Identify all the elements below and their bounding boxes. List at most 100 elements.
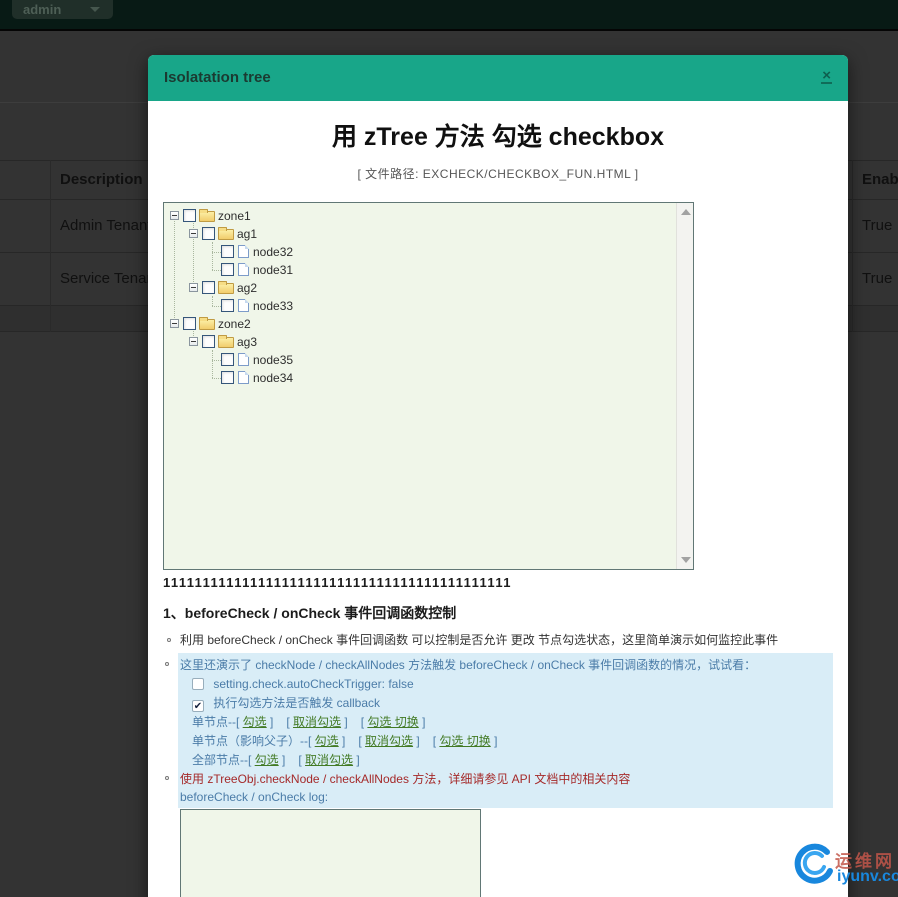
- check-action-link[interactable]: 取消勾选: [293, 715, 341, 729]
- check-action-prefix: 单节点（影响父子）--: [192, 734, 308, 748]
- check-action-link[interactable]: 取消勾选: [365, 734, 413, 748]
- demo-intro-text: 这里还演示了 checkNode / checkAllNodes 方法触发 be…: [180, 658, 757, 672]
- list-item-text: 利用 beforeCheck / onCheck 事件回调函数 可以控制是否允许…: [180, 633, 779, 647]
- tree-node-label[interactable]: node33: [253, 297, 293, 315]
- folder-icon: [199, 317, 215, 330]
- tree-node-label[interactable]: node32: [253, 243, 293, 261]
- check-action-row: 全部节点--[ 勾选 ] [ 取消勾选 ]: [178, 751, 833, 770]
- tree-node-ag1[interactable]: ag1: [164, 225, 693, 243]
- tree-node-label[interactable]: node34: [253, 369, 293, 387]
- tree-node-checkbox[interactable]: [221, 299, 234, 312]
- check-action-row: 单节点（影响父子）--[ 勾选 ] [ 取消勾选 ] [ 勾选 切换 ]: [178, 732, 833, 751]
- tree-node-ag3[interactable]: ag3: [164, 333, 693, 351]
- watermark-site-url: iyunv.com: [837, 868, 898, 885]
- check-action-link[interactable]: 勾选 切换: [367, 715, 418, 729]
- file-icon: [238, 245, 249, 258]
- close-icon[interactable]: ×: [821, 68, 832, 84]
- tree-node-node32[interactable]: node32: [164, 243, 693, 261]
- demo-highlight-box: 这里还演示了 checkNode / checkAllNodes 方法触发 be…: [165, 653, 833, 808]
- watermark: 运维网 iyunv.com: [789, 842, 898, 897]
- folder-icon: [199, 209, 215, 222]
- tree-node-checkbox[interactable]: [183, 317, 196, 330]
- tree-node-list: zone1 ag1 node32 node31 ag2 node33 zone2 ag3 nod…: [164, 203, 693, 387]
- tree-node-checkbox[interactable]: [221, 245, 234, 258]
- table-cell-description: Service Tenant: [60, 270, 159, 287]
- collapse-icon[interactable]: [189, 283, 198, 292]
- check-action-link[interactable]: 勾选: [243, 715, 267, 729]
- check-log-box[interactable]: [180, 809, 481, 897]
- check-action-prefix: 单节点--: [192, 715, 236, 729]
- bullet-icon: [165, 662, 169, 666]
- tree-node-checkbox[interactable]: [183, 209, 196, 222]
- page-title: 用 zTree 方法 勾选 checkbox: [331, 123, 665, 151]
- tree-node-label[interactable]: ag3: [237, 333, 257, 351]
- isolation-tree-modal: Isolatation tree × 用 zTree 方法 勾选 checkbo…: [148, 55, 848, 897]
- trigger-callback-checkbox[interactable]: ✔: [192, 700, 204, 712]
- table-column-divider: [852, 160, 853, 332]
- top-navbar: admin: [0, 0, 898, 31]
- check-action-link[interactable]: 取消勾选: [305, 753, 353, 767]
- bullet-icon: [167, 638, 171, 642]
- user-menu-label: admin: [23, 2, 62, 17]
- folder-icon: [218, 227, 234, 240]
- collapse-icon[interactable]: [189, 337, 198, 346]
- iyunv-logo-icon: [794, 843, 833, 884]
- column-header-enabled: Enabled: [862, 171, 898, 188]
- chevron-down-icon: [90, 7, 100, 12]
- tree-node-checkbox[interactable]: [221, 353, 234, 366]
- bullet-icon: [165, 776, 169, 780]
- tree-node-checkbox[interactable]: [202, 227, 215, 240]
- tree-node-checkbox[interactable]: [202, 281, 215, 294]
- tree-node-label[interactable]: node35: [253, 351, 293, 369]
- tree-node-checkbox[interactable]: [202, 335, 215, 348]
- section-heading: 1、beforeCheck / onCheck 事件回调函数控制: [163, 605, 457, 621]
- tree-node-label[interactable]: ag2: [237, 279, 257, 297]
- collapse-icon[interactable]: [170, 319, 179, 328]
- tree-node-checkbox[interactable]: [221, 263, 234, 276]
- info-list: 利用 beforeCheck / onCheck 事件回调函数 可以控制是否允许…: [165, 632, 833, 897]
- tree-node-label[interactable]: node31: [253, 261, 293, 279]
- file-icon: [238, 371, 249, 384]
- check-action-group: [ 勾选 ]: [248, 753, 286, 767]
- log-label: beforeCheck / onCheck log:: [180, 790, 329, 804]
- collapse-icon[interactable]: [170, 211, 179, 220]
- tree-node-zone2[interactable]: zone2: [164, 315, 693, 333]
- tree-node-zone1[interactable]: zone1: [164, 207, 693, 225]
- file-path-note: [ 文件路径: EXCHECK/CHECKBOX_FUN.HTML ]: [357, 167, 639, 181]
- tree-node-ag2[interactable]: ag2: [164, 279, 693, 297]
- scroll-down-icon[interactable]: [681, 557, 691, 563]
- table-cell-description: Admin Tenant: [60, 217, 152, 234]
- file-icon: [238, 299, 249, 312]
- user-menu-button[interactable]: admin: [12, 0, 113, 19]
- screen: Description Enabled Admin Tenant True Se…: [0, 0, 898, 897]
- file-icon: [238, 263, 249, 276]
- check-action-group: [ 勾选 ]: [236, 715, 274, 729]
- check-action-link[interactable]: 勾选: [315, 734, 339, 748]
- column-header-description: Description: [60, 171, 143, 188]
- tree-node-node34[interactable]: node34: [164, 369, 693, 387]
- modal-title: Isolatation tree: [164, 69, 271, 86]
- tree-node-label[interactable]: zone1: [218, 207, 251, 225]
- check-action-link[interactable]: 勾选 切换: [439, 734, 490, 748]
- tree-node-label[interactable]: zone2: [218, 315, 251, 333]
- tree-node-checkbox[interactable]: [221, 371, 234, 384]
- auto-check-trigger-checkbox[interactable]: [192, 678, 204, 690]
- tree-node-node35[interactable]: node35: [164, 351, 693, 369]
- list-item: 利用 beforeCheck / onCheck 事件回调函数 可以控制是否允许…: [167, 632, 833, 648]
- demo-intro: 这里还演示了 checkNode / checkAllNodes 方法触发 be…: [165, 656, 833, 675]
- check-action-group: [ 取消勾选 ]: [286, 715, 348, 729]
- tree-node-label[interactable]: ag1: [237, 225, 257, 243]
- check-action-link[interactable]: 勾选: [255, 753, 279, 767]
- tree-node-node33[interactable]: node33: [164, 297, 693, 315]
- tree-node-node31[interactable]: node31: [164, 261, 693, 279]
- table-cell-enabled: True: [862, 217, 893, 234]
- collapse-icon[interactable]: [189, 229, 198, 238]
- check-action-group: [ 取消勾选 ]: [358, 734, 420, 748]
- folder-icon: [218, 335, 234, 348]
- check-action-group: [ 取消勾选 ]: [298, 753, 360, 767]
- auto-check-trigger-row: setting.check.autoCheckTrigger: false: [178, 675, 833, 694]
